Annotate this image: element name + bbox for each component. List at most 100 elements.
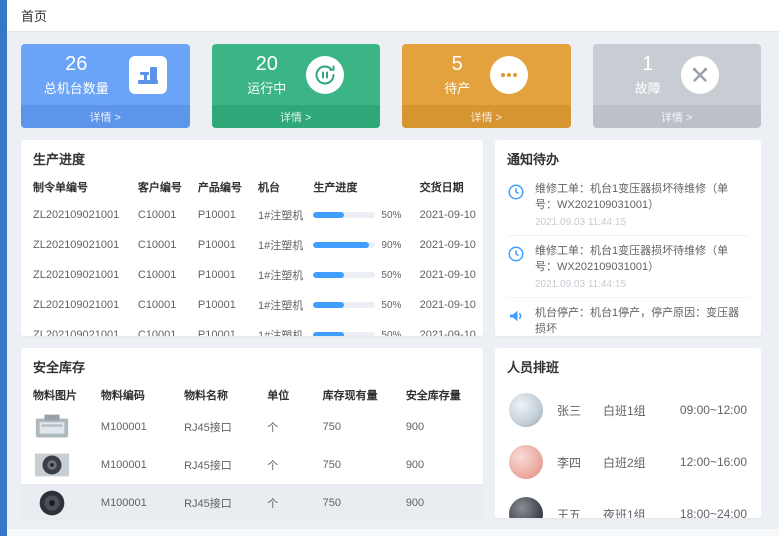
unit-cell: 个 <box>261 446 316 484</box>
machine-cell: 1#注塑机 <box>252 320 307 336</box>
stat-cards-row: 26 总机台数量 详情 > <box>21 44 761 128</box>
stat-card-pending[interactable]: 5 待产 详情 > <box>402 44 571 128</box>
safety-stock-cell: 900 <box>400 408 483 446</box>
material-image-cell <box>21 484 95 518</box>
fault-detail-link[interactable]: 详情 > <box>593 105 762 128</box>
progress-bar-fill <box>313 302 344 308</box>
material-image-cell <box>21 446 95 484</box>
product-no-cell: P10001 <box>192 290 252 320</box>
shift-label: 白班2组 <box>603 454 669 471</box>
product-no-cell: P10001 <box>192 200 252 230</box>
dashboard-screen: 首页 26 总机台数量 <box>0 0 779 536</box>
total-machines-value: 26 <box>44 52 109 76</box>
pending-detail-link[interactable]: 详情 > <box>402 105 571 128</box>
progress-bar-track <box>313 302 375 308</box>
fault-value: 1 <box>635 52 661 76</box>
machine-cell: 1#注塑机 <box>252 260 307 290</box>
col-customer-no: 客户编号 <box>132 174 192 200</box>
material-code-cell: M100001 <box>95 408 178 446</box>
schedule-row: 李四 白班2组 12:00~16:00 <box>509 436 747 488</box>
inventory-panel-title: 安全库存 <box>21 348 483 382</box>
notification-content: 机台停产：机台1停产，停产原因：变压器损坏 2021.09.03 11:44:1… <box>535 306 749 336</box>
progress-bar-fill <box>313 272 344 278</box>
progress-bar-track <box>313 242 375 248</box>
inventory-row: M100001 RJ45接口 个 750 900 <box>21 408 483 446</box>
fault-label: 故障 <box>635 78 661 97</box>
col-unit: 单位 <box>261 382 316 408</box>
panel-personnel-schedule: 人员排班 张三 白班1组 09:00~12:00 李四 白班2组 1 <box>495 348 761 518</box>
progress-bar-track <box>313 272 375 278</box>
progress-bar-track <box>313 332 375 336</box>
avatar <box>509 445 543 479</box>
clock-icon <box>507 245 527 265</box>
inventory-row: M100001 RJ45接口 个 750 900 <box>21 484 483 518</box>
running-label: 运行中 <box>247 78 286 97</box>
running-icon <box>306 56 344 94</box>
progress-bar-fill <box>313 212 344 218</box>
pending-label: 待产 <box>444 78 470 97</box>
stat-card-fault[interactable]: 1 故障 详情 > <box>593 44 762 128</box>
notifications-list: 维修工单：机台1变压器损坏待维修（单号：WX202109031001） 2021… <box>495 174 761 336</box>
avatar <box>509 393 543 427</box>
tab-home[interactable]: 首页 <box>21 6 47 25</box>
material-code-cell: M100001 <box>95 484 178 518</box>
machine-cell: 1#注塑机 <box>252 230 307 260</box>
progress-cell: 90% <box>307 230 413 260</box>
progress-cell: 50% <box>307 200 413 230</box>
production-row: ZL202109021001 C10001 P10001 1#注塑机 50% <box>21 260 483 290</box>
stat-card-body: 1 故障 <box>593 44 762 105</box>
col-order-no: 制令单编号 <box>21 174 132 200</box>
notification-text: 维修工单：机台1变压器损坏待维修（单号：WX202109031001） <box>535 244 749 276</box>
product-no-cell: P10001 <box>192 320 252 336</box>
rj45-connector-photo <box>33 412 71 442</box>
progress-percent: 50% <box>381 300 401 311</box>
shift-time: 12:00~16:00 <box>680 455 747 469</box>
notification-item[interactable]: 维修工单：机台1变压器损坏待维修（单号：WX202109031001） 2021… <box>507 174 749 236</box>
inventory-table-header: 物料图片 物料编码 物料名称 单位 库存现有量 安全库存量 <box>21 382 483 408</box>
unit-cell: 个 <box>261 484 316 518</box>
stat-card-running[interactable]: 20 运行中 详情 > <box>212 44 381 128</box>
fault-tools-icon <box>681 56 719 94</box>
production-table: 制令单编号 客户编号 产品编号 机台 生产进度 交货日期 ZL202109021… <box>21 174 483 336</box>
col-material-name: 物料名称 <box>178 382 261 408</box>
machine-cell: 1#注塑机 <box>252 200 307 230</box>
delivery-date-cell: 2021-09-10 <box>414 260 483 290</box>
production-panel-title: 生产进度 <box>21 140 483 174</box>
schedule-row: 张三 白班1组 09:00~12:00 <box>509 384 747 436</box>
schedule-panel-title: 人员排班 <box>495 348 761 382</box>
notification-text: 机台停产：机台1停产，停产原因：变压器损坏 <box>535 306 749 336</box>
col-delivery-date: 交货日期 <box>414 174 483 200</box>
schedule-list: 张三 白班1组 09:00~12:00 李四 白班2组 12:00~16:00 <box>495 382 761 518</box>
stat-card-body: 26 总机台数量 <box>21 44 190 105</box>
panel-notifications: 通知待办 维修工单：机台1变压器损坏待维修（单号：WX202109031001）… <box>495 140 761 336</box>
col-current-stock: 库存现有量 <box>317 382 400 408</box>
order-no-cell: ZL202109021001 <box>21 320 132 336</box>
main-area: 首页 26 总机台数量 <box>7 0 779 529</box>
col-safety-stock: 安全库存量 <box>400 382 483 408</box>
notification-item[interactable]: 机台停产：机台1停产，停产原因：变压器损坏 2021.09.03 11:44:1… <box>507 298 749 336</box>
progress-bar-fill <box>313 332 344 336</box>
shift-label: 白班1组 <box>603 402 669 419</box>
avatar <box>509 497 543 518</box>
notification-item[interactable]: 维修工单：机台1变压器损坏待维修（单号：WX202109031001） 2021… <box>507 236 749 298</box>
notifications-panel-title: 通知待办 <box>495 140 761 174</box>
employee-name: 王五 <box>557 506 603 519</box>
current-stock-cell: 750 <box>317 484 400 518</box>
stat-card-text: 20 运行中 <box>247 52 286 97</box>
progress-cell: 50% <box>307 320 413 336</box>
current-stock-cell: 750 <box>317 446 400 484</box>
total-machines-detail-link[interactable]: 详情 > <box>21 105 190 128</box>
customer-no-cell: C10001 <box>132 260 192 290</box>
clock-icon <box>507 183 527 203</box>
safety-stock-cell: 900 <box>400 446 483 484</box>
stat-card-body: 20 运行中 <box>212 44 381 105</box>
stat-card-total-machines[interactable]: 26 总机台数量 详情 > <box>21 44 190 128</box>
window-bottom-border <box>7 529 779 536</box>
running-detail-link[interactable]: 详情 > <box>212 105 381 128</box>
delivery-date-cell: 2021-09-10 <box>414 200 483 230</box>
progress-percent: 90% <box>381 240 401 251</box>
total-machines-label: 总机台数量 <box>44 78 109 97</box>
running-value: 20 <box>247 52 286 76</box>
progress-bar-fill <box>313 242 369 248</box>
safety-stock-cell: 900 <box>400 484 483 518</box>
